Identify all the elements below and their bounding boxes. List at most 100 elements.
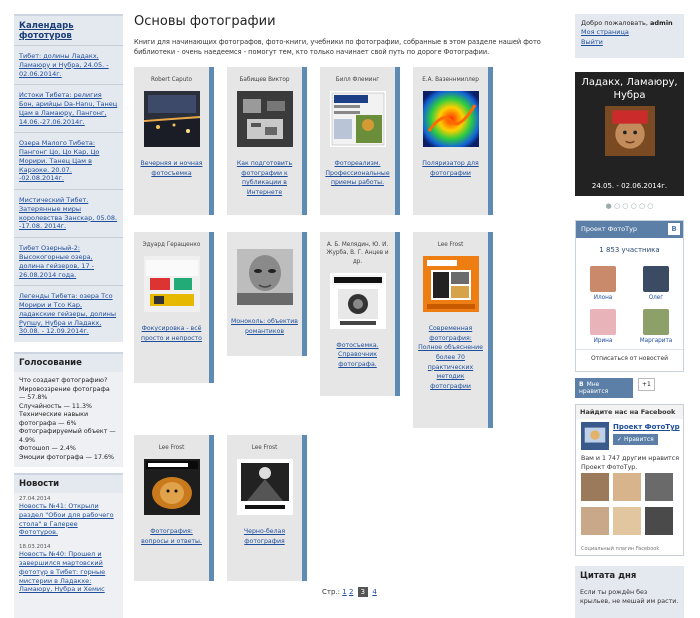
avatar[interactable] (645, 507, 673, 535)
avatar (590, 266, 616, 292)
book-author: Lee Frost (251, 445, 278, 451)
fb-like-label: Нравится (623, 436, 654, 443)
vk-member[interactable]: Олег (639, 266, 673, 301)
fb-like-button[interactable]: ✓ Нравится (613, 434, 658, 445)
welcome-text: Добро пожаловать, (581, 19, 648, 27)
book-title-link[interactable]: Фотореализм. Профессиональные приемы раб… (320, 147, 395, 194)
book-cover-image[interactable] (236, 91, 293, 148)
book-card: Билл Флеминг Фотореализм. Профессиональн… (320, 67, 400, 215)
slide-title: Ладакх, Ламаюру, Нубра (581, 77, 678, 101)
calendar-item[interactable]: Мистический Тибет. Затерянные миры корол… (14, 189, 123, 237)
book-title-link[interactable]: Современная фотография: Полное объяснени… (413, 312, 488, 397)
vk-logo-icon[interactable]: В (668, 223, 680, 235)
vote-result: Фотографируемый объект — 4.9% (19, 428, 116, 444)
vk-title[interactable]: Проект ФотоТур (581, 225, 637, 233)
vk-member[interactable]: Ирина (586, 309, 620, 344)
book-author: Эдуард Геращенко (142, 242, 201, 248)
news-link[interactable]: Новость №41: Открыли раздел "Обои для ра… (14, 502, 123, 541)
avatar[interactable] (613, 507, 641, 535)
vote-result: Технические навыки фотографа — 6% (19, 411, 89, 427)
book-title-link[interactable]: Поляризатор для фотографии (413, 147, 488, 184)
quote-box: Цитата дня Если ты рождён без крыльев, н… (575, 566, 684, 618)
pager-link[interactable]: 4 (372, 588, 376, 596)
pager-link[interactable]: 1 (342, 588, 346, 596)
vote-result: Эмоции фотографа — 17.6% (19, 453, 114, 461)
vk-member[interactable]: Илона (586, 266, 620, 301)
my-page-link[interactable]: Моя страница (581, 28, 678, 37)
book-title-link[interactable]: Фокусировка - всё просто и непросто (134, 312, 209, 349)
news-link[interactable]: Новость №40: Прошел и завершился мартовс… (14, 550, 123, 598)
like-bar: В Мне нравится +1 (575, 378, 684, 398)
left-sidebar: Календарь фототуров Тибет: долины Ладакх… (14, 14, 123, 618)
vote-result: Случайность — 11.3% (19, 402, 92, 410)
calendar-item[interactable]: Тибет Озерный-2: Высокогорные озера, дол… (14, 237, 123, 285)
book-cover-image[interactable] (236, 459, 293, 516)
pager-label: Стр.: (322, 588, 340, 596)
book-title-link[interactable]: Фотография: вопросы и ответы. (134, 515, 209, 552)
avatar[interactable] (613, 473, 641, 501)
book-cover-image[interactable] (329, 91, 386, 148)
book-cover-image[interactable] (143, 91, 200, 148)
slide-dots[interactable]: ● ○ ○ ○ ○ ○ (575, 202, 684, 210)
vote-result: Фотошоп — 2.4% (19, 445, 76, 453)
vote-result: Мировоззрение фотографа — 57.8% (19, 385, 110, 402)
vk-member[interactable]: Маргарита (639, 309, 673, 344)
calendar-item[interactable]: Тибет: долины Ладакх, Ламаюру и Нубра, 2… (14, 45, 123, 84)
pager-link[interactable]: 2 (349, 588, 353, 596)
news-title: Новости (14, 473, 123, 494)
book-title-link[interactable]: Вечерняя и ночная фотосъемка (134, 147, 209, 184)
pagination: Стр.: 1 2 3 4 (322, 587, 377, 597)
pager-current: 3 (357, 587, 369, 597)
avatar[interactable] (645, 473, 673, 501)
book-card: Robert Caputo Вечерняя и ночная фотосъем… (134, 67, 214, 215)
book-cover-image[interactable] (143, 256, 200, 313)
welcome-line: Добро пожаловать, admin (581, 19, 678, 28)
book-title-link[interactable]: Моноколь: объектив романтиков (227, 305, 302, 342)
fb-page-name[interactable]: Проект ФотоТур (613, 423, 680, 431)
book-card: Е.А. Вазеннмиллер Поляризатор для фотогр… (413, 67, 493, 215)
vk-unsubscribe[interactable]: Отписаться от новостей (576, 349, 683, 362)
book-author (227, 232, 302, 241)
avatar[interactable] (581, 473, 609, 501)
tour-slideshow[interactable]: Ладакх, Ламаюру, Нубра 24.05. - 02.06.20… (575, 72, 684, 196)
calendar-item[interactable]: Озера Малого Тибета: Пангонг Цо, Цо Кар,… (14, 132, 123, 189)
book-author: Lee Frost (158, 445, 185, 451)
vk-member-name: Маргарита (639, 338, 673, 344)
calendar-title-link[interactable]: Календарь фототуров (14, 16, 123, 45)
book-title-link[interactable]: Фотосъемка. Справочник фотографа. (320, 329, 395, 376)
book-cover-image[interactable] (236, 249, 293, 305)
thumbs-up-icon: ✓ (617, 436, 624, 443)
avatar (643, 266, 669, 292)
book-cover-image[interactable] (143, 459, 200, 516)
vk-logo-icon: В (579, 381, 584, 388)
book-author: А. Б. Мелядин, Ю. И. Журба, В. Г. Анцев … (326, 242, 389, 265)
avatar[interactable] (581, 507, 609, 535)
page-title: Основы фотографии (134, 14, 276, 29)
vote-question: Что создает фотографию? (19, 377, 108, 385)
book-cover-image[interactable] (422, 256, 479, 313)
book-author: Бабищев Виктор (239, 77, 290, 83)
news-date: 27.04.2014 (19, 496, 51, 503)
book-cover-image[interactable] (329, 272, 386, 329)
vk-member-name: Ирина (593, 338, 613, 344)
calendar-box: Календарь фототуров Тибет: долины Ладакх… (14, 14, 123, 343)
facebook-widget: Найдите нас на Facebook Проект ФотоТур ✓… (575, 404, 684, 556)
calendar-item[interactable]: Легенды Тибета: озера Тсо Морири и Тсо К… (14, 285, 123, 342)
book-card: Lee Frost Современная фотография: Полное… (413, 232, 493, 428)
fb-page-avatar[interactable] (581, 422, 609, 450)
fb-plugin-note: Социальный плагин Facebook (581, 546, 660, 552)
fb-header: Найдите нас на Facebook (576, 405, 683, 419)
book-cover-image[interactable] (422, 91, 479, 148)
book-title-link[interactable]: Как подготовить фотографии к публикации … (227, 147, 302, 203)
book-author: Lee Frost (437, 242, 464, 248)
logout-link[interactable]: Выйти (581, 38, 678, 47)
calendar-item[interactable]: Истоки Тибета: религия Бон, арийцы Da-Ha… (14, 84, 123, 132)
vk-like-button[interactable]: В Мне нравится (575, 378, 633, 398)
vk-member-count: 1 853 участника (599, 246, 660, 254)
quote-title: Цитата дня (580, 571, 637, 581)
book-card: Lee Frost Фотография: вопросы и ответы. (134, 435, 214, 581)
vote-title: Голосование (14, 352, 123, 373)
book-title-link[interactable]: Черно-белая фотография (227, 515, 302, 552)
vk-member-name: Олег (648, 295, 664, 301)
slide-photo (604, 106, 655, 156)
